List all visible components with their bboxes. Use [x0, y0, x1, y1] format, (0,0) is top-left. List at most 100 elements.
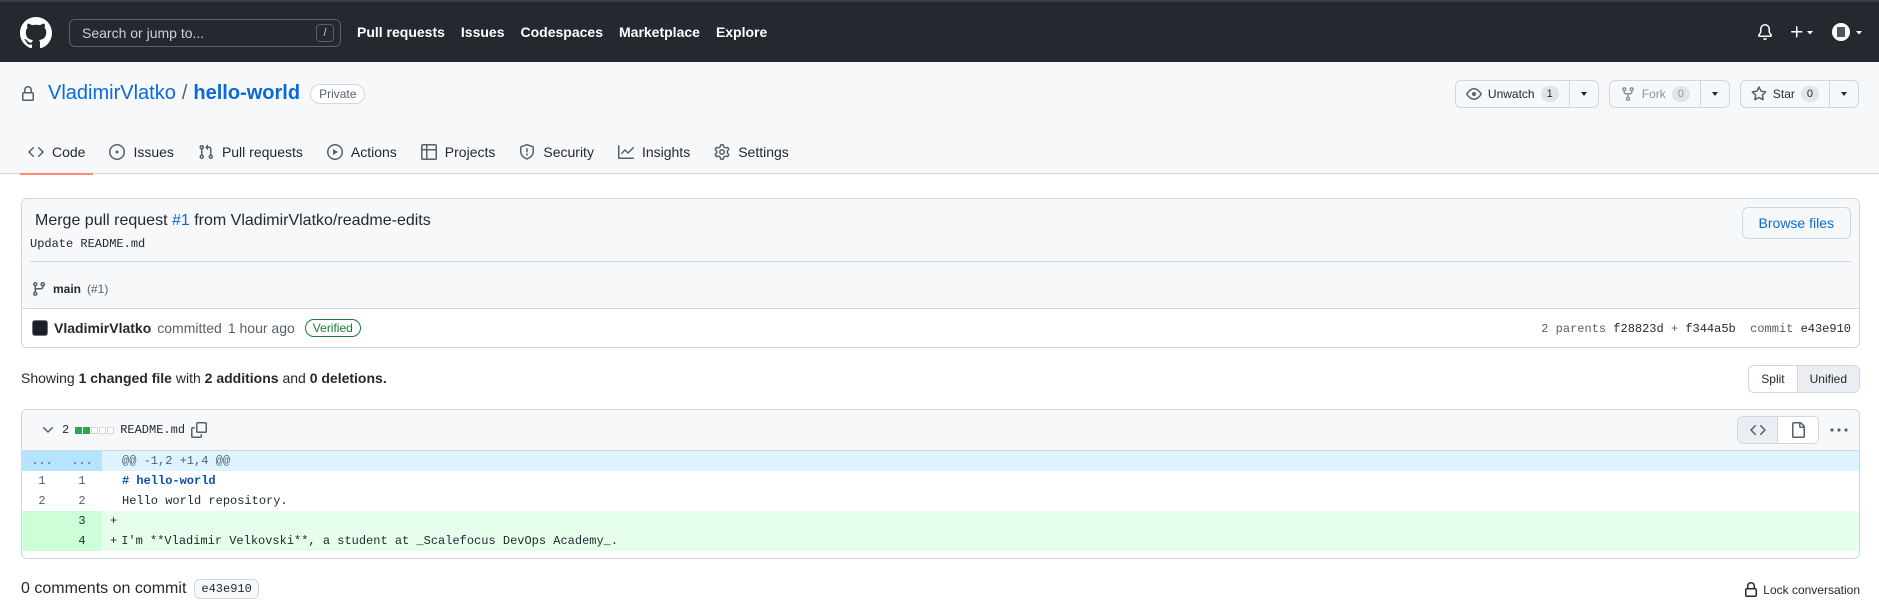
hunk-header-row: ... ... @@ -1,2 +1,4 @@ [22, 451, 1859, 471]
expand-left[interactable]: ... [22, 451, 62, 471]
tab-security[interactable]: Security [511, 130, 602, 174]
repo-header: VladimirVlatko / hello-world Private Unw… [0, 62, 1879, 175]
top-nav: Pull requests Issues Codespaces Marketpl… [357, 24, 767, 40]
tab-pull-requests-label: Pull requests [221, 144, 303, 160]
old-line-number[interactable]: 2 [22, 491, 62, 511]
copy-icon[interactable] [191, 422, 208, 438]
hunk-text: @@ -1,2 +1,4 @@ [122, 454, 231, 468]
triangle-down-icon [1841, 92, 1847, 96]
diff-summary: Showing 1 changed file with 2 additions … [21, 370, 387, 386]
diff-line-added: 4 + I'm **Vladimir Velkovski**, a studen… [22, 531, 1859, 551]
summary-and: and [282, 370, 306, 386]
git-pull-request-icon [199, 144, 213, 160]
new-line-number[interactable]: 2 [62, 491, 102, 511]
play-icon [326, 144, 343, 160]
source-diff-button[interactable] [1738, 417, 1778, 443]
star-dropdown-button[interactable] [1830, 81, 1858, 107]
visibility-badge: Private [310, 83, 366, 104]
repo-tabs: Code Issues Pull requests Actions Projec… [20, 130, 797, 175]
tab-issues[interactable]: Issues [101, 130, 181, 174]
tab-projects-label: Projects [444, 144, 496, 160]
avatar[interactable] [32, 320, 48, 336]
file-header-info: 2 README.md [40, 422, 208, 438]
repo-separator: / [181, 82, 188, 104]
tab-code-label: Code [52, 144, 86, 160]
parent-sha-2[interactable]: f344a5b [1685, 322, 1735, 336]
watch-button-group: Unwatch 1 [1454, 80, 1599, 108]
lock-conversation-button[interactable]: Lock conversation [1743, 582, 1860, 598]
bell-icon[interactable] [1757, 24, 1773, 40]
branch-pr-ref[interactable]: (#1) [87, 282, 108, 296]
unwatch-button[interactable]: Unwatch 1 [1456, 81, 1570, 107]
header-actions [1757, 22, 1865, 42]
expand-right[interactable]: ... [62, 451, 102, 471]
unified-view-button[interactable]: Unified [1796, 366, 1859, 392]
diffstat-bar [75, 426, 115, 434]
commit-meta: 2 parents f28823d + f344a5b commit e43e9… [1541, 322, 1851, 336]
star-button[interactable]: Star 0 [1741, 81, 1830, 107]
chevron-down-icon[interactable] [40, 422, 56, 438]
file-icon [1792, 422, 1805, 438]
lock-icon [1745, 582, 1758, 597]
github-logo-icon[interactable] [20, 17, 52, 49]
file-name-link[interactable]: README.md [120, 423, 185, 437]
nav-pull-requests[interactable]: Pull requests [357, 24, 445, 40]
branch-name-link[interactable]: main [53, 282, 81, 296]
pr-link[interactable]: #1 [172, 212, 190, 229]
gear-icon [714, 144, 730, 160]
nav-explore[interactable]: Explore [716, 24, 767, 40]
divider [30, 261, 1851, 262]
line-code: Hello world repository. [122, 494, 288, 508]
commit-header: Merge pull request #1 from VladimirVlatk… [22, 199, 1859, 308]
verified-badge[interactable]: Verified [304, 319, 361, 337]
old-line-number [22, 531, 62, 551]
old-line-number[interactable]: 1 [22, 471, 62, 491]
repo-owner-link[interactable]: VladimirVlatko [48, 82, 176, 105]
summary-changed-files[interactable]: 1 changed file [79, 370, 172, 386]
line-prefix: + [110, 514, 118, 528]
author-link[interactable]: VladimirVlatko [54, 320, 151, 336]
nav-marketplace[interactable]: Marketplace [619, 24, 700, 40]
nav-issues[interactable]: Issues [461, 24, 505, 40]
summary-showing: Showing [21, 370, 75, 386]
nav-codespaces[interactable]: Codespaces [521, 24, 603, 40]
parent-sha-1[interactable]: f28823d [1613, 322, 1663, 336]
browse-files-button[interactable]: Browse files [1741, 207, 1851, 239]
new-line-number[interactable]: 3 [62, 511, 102, 531]
plus-dropdown-icon[interactable] [1789, 24, 1815, 40]
tab-insights[interactable]: Insights [610, 130, 698, 174]
file-header-actions [1737, 416, 1851, 444]
search-placeholder: Search or jump to... [82, 25, 205, 41]
repo-name-link[interactable]: hello-world [193, 82, 300, 105]
new-line-number[interactable]: 4 [62, 531, 102, 551]
repo-actions: Unwatch 1 Fork 0 Star 0 [1454, 80, 1859, 108]
tab-settings[interactable]: Settings [706, 130, 797, 174]
tab-issues-label: Issues [133, 144, 174, 160]
tab-projects[interactable]: Projects [413, 130, 504, 174]
summary-deletions: 0 deletions. [309, 370, 387, 386]
code-icon [28, 146, 44, 158]
diff-line: 2 2 Hello world repository. [22, 491, 1859, 511]
fork-dropdown-button[interactable] [1701, 81, 1729, 107]
new-line-number[interactable]: 1 [62, 471, 102, 491]
tab-code[interactable]: Code [20, 130, 94, 175]
split-view-button[interactable]: Split [1749, 366, 1797, 392]
fork-button[interactable]: Fork 0 [1610, 81, 1701, 107]
tab-security-label: Security [543, 144, 594, 160]
summary-additions: 2 additions [204, 370, 279, 386]
avatar-dropdown-icon[interactable] [1831, 22, 1865, 42]
kebab-horizontal-icon[interactable] [1827, 422, 1851, 438]
commit-title-prefix: Merge pull request [35, 212, 168, 229]
tab-insights-label: Insights [641, 144, 691, 160]
tab-actions[interactable]: Actions [319, 130, 405, 174]
summary-with: with [175, 370, 201, 386]
commit-action: committed [157, 320, 222, 336]
triangle-down-icon [1580, 92, 1587, 96]
lock-icon [22, 85, 34, 101]
watch-dropdown-button[interactable] [1570, 81, 1598, 107]
tab-pull-requests[interactable]: Pull requests [190, 130, 311, 174]
search-input[interactable]: Search or jump to... / [69, 19, 341, 47]
rich-diff-button[interactable] [1778, 417, 1818, 443]
code-icon [1749, 424, 1766, 436]
